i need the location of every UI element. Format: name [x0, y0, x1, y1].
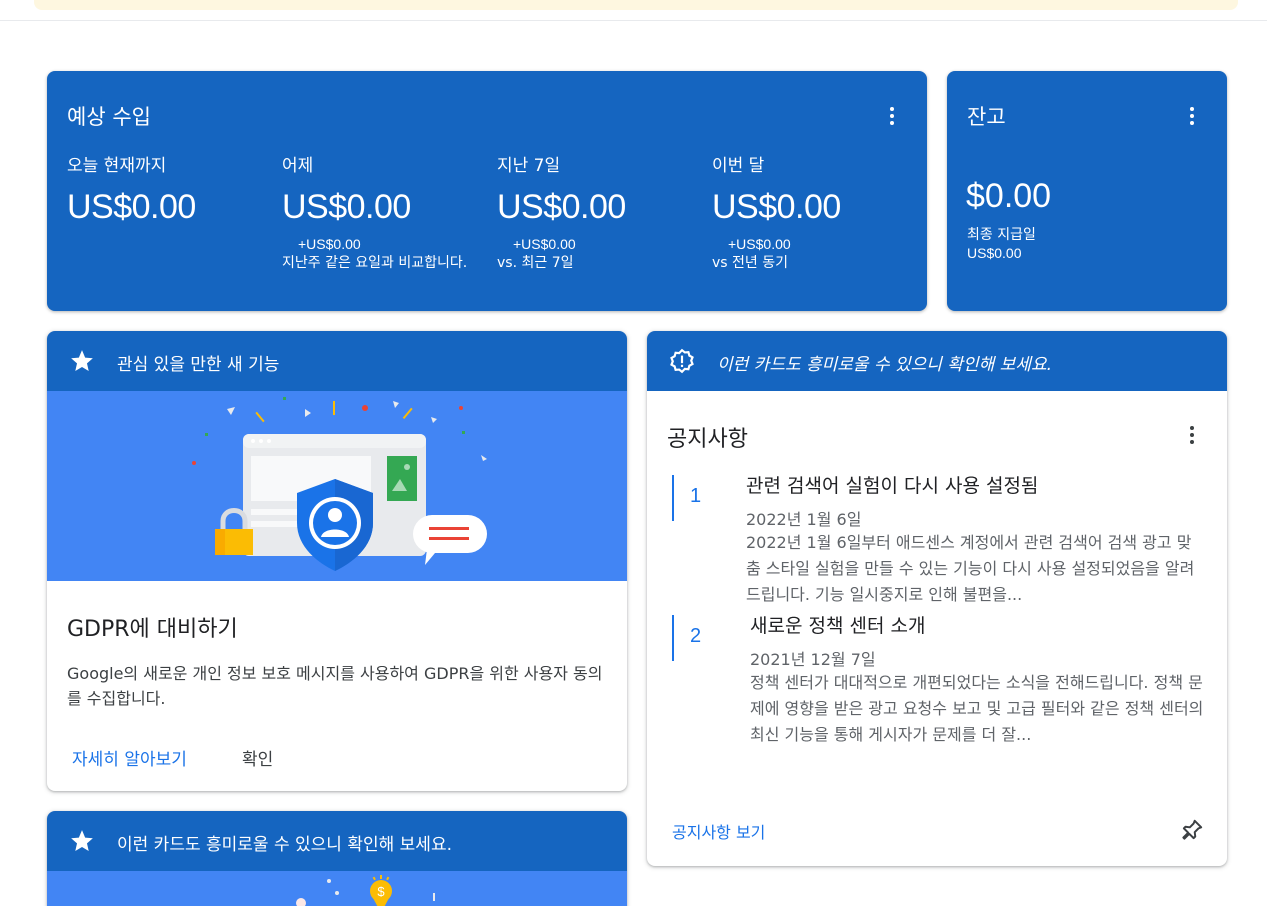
- notice-item-number: 1: [690, 485, 702, 507]
- top-notification-banner: [34, 0, 1238, 10]
- star-icon: [71, 830, 93, 851]
- earnings-card: 예상 수입 오늘 현재까지 US$0.00 어제 US$0.00 +US$0.0…: [47, 71, 927, 311]
- notice-item-heading: 새로운 정책 센터 소개: [750, 615, 926, 637]
- balance-value: $0.00: [966, 177, 1052, 215]
- money-illustration: $: [296, 875, 435, 906]
- metric-comparison: vs. 최근 7일: [497, 255, 574, 271]
- notice-card-header: 이런 카드도 흥미로울 수 있으니 확인해 보세요.: [647, 331, 1227, 391]
- balance-card: 잔고 $0.00 최종 지급일 US$0.00: [947, 71, 1227, 311]
- more-vert-icon[interactable]: [880, 104, 904, 128]
- metric-today: 오늘 현재까지 US$0.00: [67, 151, 267, 227]
- confirm-button[interactable]: 확인: [242, 745, 273, 770]
- learn-more-link[interactable]: 자세히 알아보기: [72, 745, 187, 770]
- notice-item-date: 2021년 12월 7일: [750, 650, 876, 669]
- metric-last-7-days: 지난 7일 US$0.00 +US$0.00 vs. 최근 7일: [497, 151, 697, 273]
- notice-item-content: 관련 검색어 실험이 다시 사용 설정됨 2022년 1월 6일 2022년 1…: [746, 471, 1206, 608]
- metric-label: 오늘 현재까지: [67, 156, 167, 176]
- last-payment-value: US$0.00: [967, 245, 1022, 261]
- metric-value: US$0.00: [712, 188, 841, 226]
- feature-card-header: 관심 있을 만한 새 기능: [47, 331, 627, 391]
- notice-item-body: 2022년 1월 6일부터 애드센스 계정에서 관련 검색어 검색 광고 맞춤 …: [746, 533, 1195, 604]
- feature-card-2-header: 이런 카드도 흥미로울 수 있으니 확인해 보세요.: [47, 811, 627, 871]
- view-notices-link[interactable]: 공지사항 보기: [672, 819, 765, 843]
- metric-value: US$0.00: [67, 188, 196, 226]
- notice-item-body: 정책 센터가 대대적으로 개편되었다는 소식을 전해드립니다. 정책 문제에 영…: [750, 673, 1204, 744]
- earnings-title: 예상 수입: [67, 105, 151, 129]
- svg-text:$: $: [377, 884, 385, 899]
- feature-card-2-header-text: 이런 카드도 흥미로울 수 있으니 확인해 보세요.: [117, 835, 452, 855]
- more-vert-icon[interactable]: [1180, 104, 1204, 128]
- feature-card-2-illustration: $: [47, 871, 627, 906]
- feature-title: GDPR에 대비하기: [67, 617, 238, 642]
- feature-card: 관심 있을 만한 새 기능 GDPR에 대비하기 Google의 새로운 개인 …: [47, 331, 627, 791]
- star-icon: [71, 350, 93, 371]
- metric-delta: +US$0.00: [298, 236, 361, 252]
- notice-card: 이런 카드도 흥미로울 수 있으니 확인해 보세요. 공지사항 1 관련 검색어…: [647, 331, 1227, 866]
- notice-item-heading: 관련 검색어 실험이 다시 사용 설정됨: [746, 475, 1039, 497]
- metric-label: 이번 달: [712, 156, 765, 176]
- last-payment-label: 최종 지급일: [967, 227, 1036, 243]
- feature-description: Google의 새로운 개인 정보 보호 메시지를 사용하여 GDPR을 위한 …: [67, 664, 603, 708]
- notice-item-indicator: [672, 615, 674, 661]
- notice-title: 공지사항: [667, 427, 748, 452]
- metric-yesterday: 어제 US$0.00 +US$0.00 지난주 같은 요일과 비교합니다.: [282, 151, 482, 273]
- notice-item-indicator: [672, 475, 674, 521]
- metric-label: 어제: [282, 156, 314, 176]
- notice-item-date: 2022년 1월 6일: [746, 510, 862, 529]
- balance-title: 잔고: [967, 105, 1006, 129]
- metric-comparison: 지난주 같은 요일과 비교합니다.: [282, 255, 468, 271]
- metric-value: US$0.00: [497, 188, 626, 226]
- metric-this-month: 이번 달 US$0.00 +US$0.00 vs 전년 동기: [712, 151, 912, 273]
- notice-card-header-text: 이런 카드도 흥미로울 수 있으니 확인해 보세요.: [717, 355, 1052, 375]
- notice-item-number: 2: [690, 625, 702, 647]
- metric-delta: +US$0.00: [728, 236, 791, 252]
- metric-delta: +US$0.00: [513, 236, 576, 252]
- privacy-shield-illustration: [192, 397, 487, 571]
- top-divider: [0, 20, 1267, 21]
- metric-label: 지난 7일: [497, 156, 561, 176]
- metric-value: US$0.00: [282, 188, 411, 226]
- gdpr-illustration: [47, 391, 627, 581]
- feature-card-header-text: 관심 있을 만한 새 기능: [117, 355, 280, 375]
- alert-badge-icon: [670, 348, 694, 374]
- metric-comparison: vs 전년 동기: [712, 255, 788, 271]
- pin-icon[interactable]: [1179, 817, 1205, 843]
- feature-card-2: 이런 카드도 흥미로울 수 있으니 확인해 보세요. $: [47, 811, 627, 906]
- more-vert-icon[interactable]: [1180, 423, 1204, 447]
- notice-item-content: 새로운 정책 센터 소개 2021년 12월 7일 정책 센터가 대대적으로 개…: [750, 611, 1210, 748]
